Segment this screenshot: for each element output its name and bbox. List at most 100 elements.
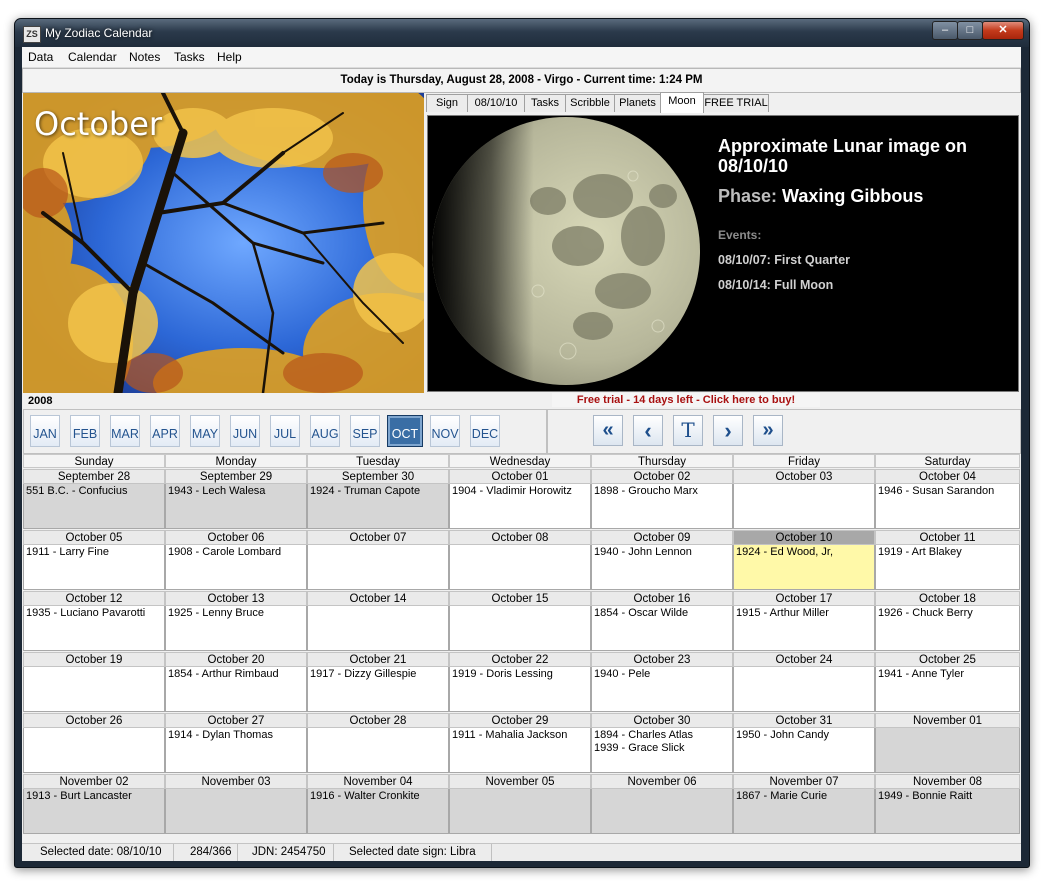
- month-button-feb[interactable]: FEB: [70, 415, 100, 447]
- day-cell[interactable]: November 07 1867 - Marie Curie: [733, 774, 875, 834]
- day-cell[interactable]: October 14: [307, 591, 449, 651]
- day-cell[interactable]: October 08: [449, 530, 591, 590]
- birthday-event: 1919 - Art Blakey: [878, 546, 962, 558]
- day-cell[interactable]: October 19: [23, 652, 165, 712]
- weekday-header-sunday: Sunday: [23, 454, 165, 468]
- birthday-event: 1935 - Luciano Pavarotti: [26, 607, 146, 619]
- month-button-aug[interactable]: AUG: [310, 415, 340, 447]
- menu-tasks[interactable]: Tasks: [174, 50, 205, 64]
- last-button[interactable]: »: [753, 415, 783, 446]
- tab-planets[interactable]: Planets: [614, 94, 661, 112]
- day-cell[interactable]: November 05: [449, 774, 591, 834]
- month-button-apr[interactable]: APR: [150, 415, 180, 447]
- day-cell[interactable]: October 11 1919 - Art Blakey: [875, 530, 1020, 590]
- day-cell[interactable]: November 08 1949 - Bonnie Raitt: [875, 774, 1020, 834]
- day-cell[interactable]: November 04 1916 - Walter Cronkite: [307, 774, 449, 834]
- day-cell[interactable]: October 02 1898 - Groucho Marx: [591, 469, 733, 529]
- day-cell[interactable]: October 03: [733, 469, 875, 529]
- day-cell[interactable]: October 06 1908 - Carole Lombard: [165, 530, 307, 590]
- day-cell[interactable]: October 10 1924 - Ed Wood, Jr,: [733, 530, 875, 590]
- maximize-button[interactable]: □: [957, 21, 983, 40]
- today-button[interactable]: T: [673, 415, 703, 446]
- tab-date[interactable]: 08/10/10: [467, 94, 525, 112]
- day-cell[interactable]: November 03: [165, 774, 307, 834]
- next-button[interactable]: ›: [713, 415, 743, 446]
- menu-data[interactable]: Data: [28, 50, 53, 64]
- client-area: Data Calendar Notes Tasks Help Today is …: [22, 47, 1021, 861]
- minimize-button[interactable]: –: [932, 21, 958, 40]
- birthday-event: 1925 - Lenny Bruce: [168, 607, 265, 619]
- birthday-event: 1946 - Susan Sarandon: [878, 485, 995, 497]
- moon-phase-label: Phase:: [718, 186, 778, 206]
- month-button-jan[interactable]: JAN: [30, 415, 60, 447]
- day-cell[interactable]: October 18 1926 - Chuck Berry: [875, 591, 1020, 651]
- day-cell[interactable]: October 21 1917 - Dizzy Gillespie: [307, 652, 449, 712]
- menu-notes[interactable]: Notes: [129, 50, 160, 64]
- day-cell[interactable]: October 09 1940 - John Lennon: [591, 530, 733, 590]
- tab-tasks[interactable]: Tasks: [524, 94, 566, 112]
- day-date-label: October 03: [733, 469, 875, 484]
- day-cell[interactable]: October 31 1950 - John Candy: [733, 713, 875, 773]
- tab-free-trial[interactable]: FREE TRIAL: [703, 94, 769, 112]
- birthday-event: 1894 - Charles Atlas: [594, 729, 694, 741]
- month-button-jun[interactable]: JUN: [230, 415, 260, 447]
- day-date-label: October 18: [875, 591, 1020, 606]
- day-cell[interactable]: October 16 1854 - Oscar Wilde: [591, 591, 733, 651]
- day-cell[interactable]: September 29 1943 - Lech Walesa: [165, 469, 307, 529]
- month-button-jul[interactable]: JUL: [270, 415, 300, 447]
- month-button-dec[interactable]: DEC: [470, 415, 500, 447]
- tab-sign[interactable]: Sign: [426, 94, 468, 112]
- day-cell[interactable]: October 30 1894 - Charles Atlas 1939 - Gra…: [591, 713, 733, 773]
- free-trial-link[interactable]: Free trial - 14 days left - Click here t…: [552, 393, 820, 407]
- day-cell[interactable]: October 12 1935 - Luciano Pavarotti: [23, 591, 165, 651]
- day-cell[interactable]: November 02 1913 - Burt Lancaster: [23, 774, 165, 834]
- day-cell[interactable]: October 04 1946 - Susan Sarandon: [875, 469, 1020, 529]
- day-cell[interactable]: October 07: [307, 530, 449, 590]
- tab-scribble[interactable]: Scribble: [565, 94, 615, 112]
- day-date-label: October 01: [449, 469, 591, 484]
- day-cell[interactable]: October 25 1941 - Anne Tyler: [875, 652, 1020, 712]
- day-cell[interactable]: October 01 1904 - Vladimir Horowitz: [449, 469, 591, 529]
- day-cell[interactable]: October 23 1940 - Pele: [591, 652, 733, 712]
- day-cell[interactable]: October 20 1854 - Arthur Rimbaud: [165, 652, 307, 712]
- day-cell[interactable]: October 13 1925 - Lenny Bruce: [165, 591, 307, 651]
- weekday-header-thursday: Thursday: [591, 454, 733, 468]
- day-events: 1924 - Truman Capote: [307, 484, 449, 529]
- month-button-nov[interactable]: NOV: [430, 415, 460, 447]
- previous-button[interactable]: ‹: [633, 415, 663, 446]
- day-cell[interactable]: September 28 551 B.C. - Confucius: [23, 469, 165, 529]
- day-cell[interactable]: October 27 1914 - Dylan Thomas: [165, 713, 307, 773]
- day-date-label: November 07: [733, 774, 875, 789]
- day-events: 1904 - Vladimir Horowitz: [449, 484, 591, 529]
- day-cell[interactable]: October 26: [23, 713, 165, 773]
- first-button[interactable]: «: [593, 415, 623, 446]
- day-cell[interactable]: October 17 1915 - Arthur Miller: [733, 591, 875, 651]
- day-events: [449, 606, 591, 651]
- day-cell[interactable]: October 29 1911 - Mahalia Jackson: [449, 713, 591, 773]
- title-bar[interactable]: ZS My Zodiac Calendar – □ ✕: [15, 19, 1029, 47]
- day-events: 551 B.C. - Confucius: [23, 484, 165, 529]
- birthday-event: 1867 - Marie Curie: [736, 790, 828, 802]
- day-date-label: October 13: [165, 591, 307, 606]
- day-cell[interactable]: November 01: [875, 713, 1020, 773]
- day-date-label: November 01: [875, 713, 1020, 728]
- month-button-oct[interactable]: OCT: [387, 415, 423, 447]
- menu-calendar[interactable]: Calendar: [68, 50, 117, 64]
- day-events: 1908 - Carole Lombard: [165, 545, 307, 590]
- month-button-may[interactable]: MAY: [190, 415, 220, 447]
- month-button-sep[interactable]: SEP: [350, 415, 380, 447]
- day-cell[interactable]: November 06: [591, 774, 733, 834]
- day-cell[interactable]: October 28: [307, 713, 449, 773]
- close-button[interactable]: ✕: [982, 21, 1024, 40]
- month-button-mar[interactable]: MAR: [110, 415, 140, 447]
- day-events: 1926 - Chuck Berry: [875, 606, 1020, 651]
- day-cell[interactable]: October 15: [449, 591, 591, 651]
- day-cell[interactable]: October 24: [733, 652, 875, 712]
- day-cell[interactable]: October 22 1919 - Doris Lessing: [449, 652, 591, 712]
- day-cell[interactable]: October 05 1911 - Larry Fine: [23, 530, 165, 590]
- day-events: 1943 - Lech Walesa: [165, 484, 307, 529]
- menu-help[interactable]: Help: [217, 50, 242, 64]
- tab-moon[interactable]: Moon: [660, 92, 704, 113]
- day-cell[interactable]: September 30 1924 - Truman Capote: [307, 469, 449, 529]
- birthday-event: 1854 - Arthur Rimbaud: [168, 668, 279, 680]
